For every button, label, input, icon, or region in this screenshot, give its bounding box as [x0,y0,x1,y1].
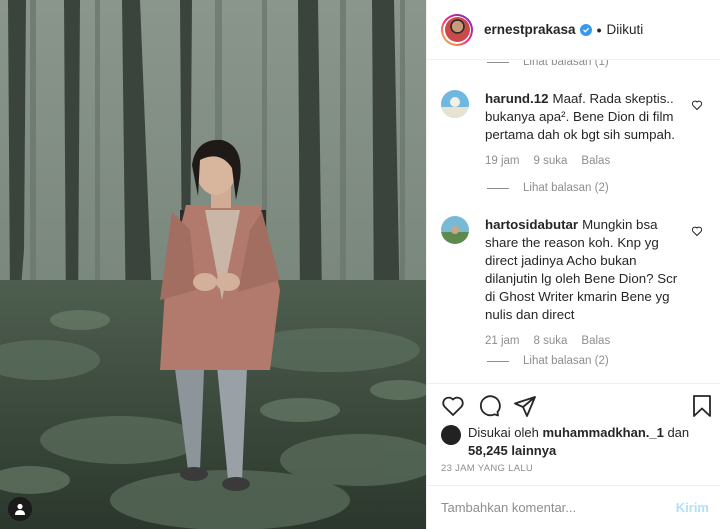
comment-likes[interactable]: 8 suka [534,335,568,347]
likes-prefix: Disukai oleh [468,425,539,440]
likes-summary: Disukai oleh muhammadkhan._1 dan 58,245 … [441,424,711,460]
instagram-post: ernestprakasa • Diikuti Lihat balasan (1… [0,0,720,529]
like-comment-heart-icon[interactable] [691,98,703,114]
add-comment-bar: Tambahkan komentar... Kirim [427,485,720,529]
post-sidebar: ernestprakasa • Diikuti Lihat balasan (1… [426,0,720,529]
post-photo[interactable] [0,0,426,529]
view-replies-label: Lihat balasan (2) [523,182,609,194]
forest-woman-image [0,0,426,529]
comments-list[interactable]: Lihat balasan (1) harund.12 Maaf. Rada sk… [427,60,720,383]
comment-item: harund.12 Maaf. Rada skeptis.. bukanya ap… [441,90,703,167]
user-tag-button[interactable] [8,497,32,521]
comment-bubble-icon[interactable] [477,394,501,421]
view-replies-link[interactable]: Lihat balasan (2) [487,182,609,194]
comment-meta: 21 jam 8 suka Balas [485,335,703,347]
share-paper-plane-icon[interactable] [513,394,537,421]
view-replies-link[interactable]: Lihat balasan (2) [487,355,609,367]
verified-badge-icon [579,23,592,36]
separator-dot: • [596,21,602,38]
view-replies-link[interactable]: Lihat balasan (1) [487,60,609,68]
post-header: ernestprakasa • Diikuti [427,0,720,60]
comment-text: hartosidabutar Mungkin bsa share the reas… [485,216,685,324]
action-bar [427,383,720,427]
comment-time[interactable]: 21 jam [485,335,520,347]
comment-likes[interactable]: 9 suka [534,155,568,167]
following-button[interactable]: Diikuti [606,22,643,37]
post-comment-button[interactable]: Kirim [676,500,709,515]
comment-text: harund.12 Maaf. Rada skeptis.. bukanya ap… [485,90,685,144]
commenter-username[interactable]: harund.12 [485,91,549,106]
view-replies-label: Lihat balasan (1) [523,60,609,68]
likes-conjunction: dan [667,425,690,440]
comment-time[interactable]: 19 jam [485,155,520,167]
commenter-avatar[interactable] [441,90,469,118]
commenter-avatar[interactable] [441,216,469,244]
comment-meta: 19 jam 9 suka Balas [485,155,703,167]
author-avatar[interactable] [441,13,473,46]
like-comment-heart-icon[interactable] [691,224,703,240]
commenter-username[interactable]: hartosidabutar [485,217,578,232]
person-icon [15,503,25,515]
post-timestamp[interactable]: 23 JAM YANG LALU [441,463,533,474]
replies-line [487,187,509,189]
liker-avatar[interactable] [441,425,461,445]
liker-username[interactable]: muhammadkhan._1 [542,425,663,440]
comment-item: hartosidabutar Mungkin bsa share the reas… [441,216,703,347]
save-bookmark-icon[interactable] [691,394,713,421]
replies-line [487,61,509,63]
author-username[interactable]: ernestprakasa [484,22,576,37]
comment-content: Mungkin bsa share the reason koh. Knp yg… [485,217,678,322]
likes-text: Disukai oleh muhammadkhan._1 dan 58,245 … [468,424,711,460]
comment-input[interactable]: Tambahkan komentar... [441,500,676,515]
like-heart-icon[interactable] [441,394,465,421]
reply-button[interactable]: Balas [581,335,610,347]
likes-count[interactable]: 58,245 lainnya [468,443,556,458]
replies-line [487,360,509,362]
view-replies-label: Lihat balasan (2) [523,355,609,367]
reply-button[interactable]: Balas [581,155,610,167]
